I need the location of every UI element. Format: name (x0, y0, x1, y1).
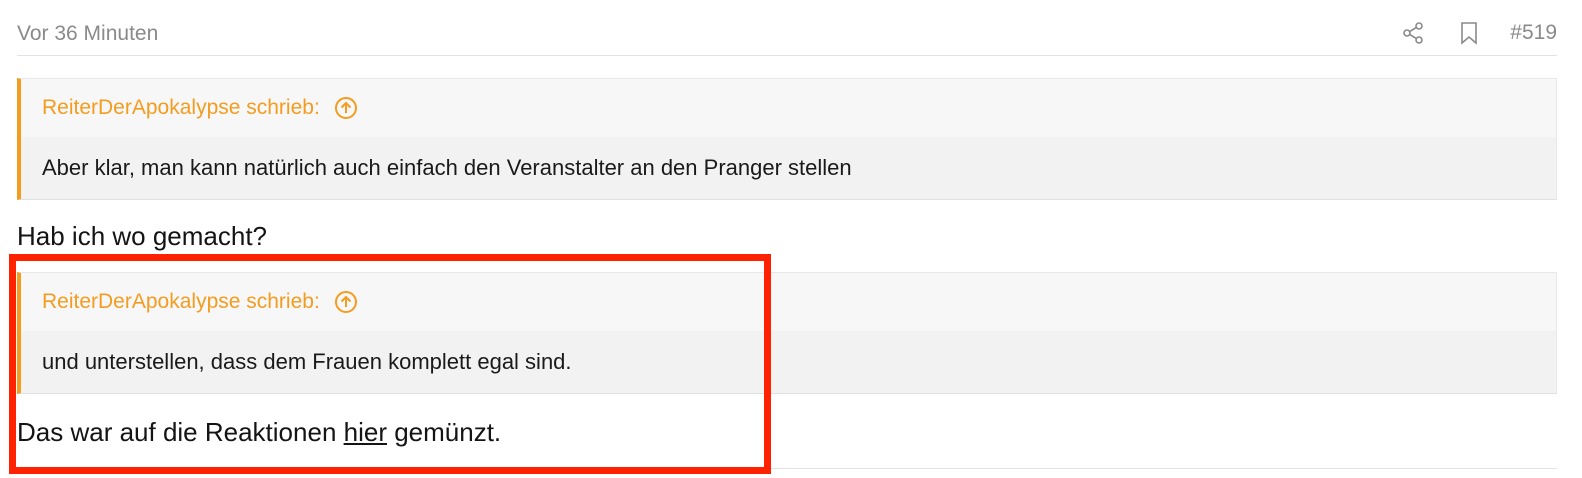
quote-text: Aber klar, man kann natürlich auch einfa… (21, 137, 1556, 199)
jump-to-quote-icon[interactable] (334, 290, 358, 314)
quote-header: ReiterDerApokalypse schrieb: (21, 79, 1556, 137)
quote-text: und unterstellen, dass dem Frauen komple… (21, 331, 1556, 393)
bookmark-icon[interactable] (1454, 18, 1484, 48)
reply-text: Das war auf die Reaktionen hier gemünzt. (17, 417, 501, 448)
jump-to-quote-icon[interactable] (334, 96, 358, 120)
quote-author-link[interactable]: ReiterDerApokalypse schrieb: (42, 96, 320, 120)
share-icon[interactable] (1398, 18, 1428, 48)
post-actions: #519 (1398, 18, 1557, 48)
forum-post: Vor 36 Minuten #519 ReiterDerApokalypse … (0, 0, 1582, 478)
quote-block: ReiterDerApokalypse schrieb: und unterst… (17, 272, 1557, 394)
post-header: Vor 36 Minuten #519 (17, 10, 1557, 56)
reply-text-part: Das war auf die Reaktionen (17, 417, 344, 447)
reactions-link[interactable]: hier (344, 417, 387, 447)
post-number-link[interactable]: #519 (1510, 21, 1557, 45)
quote-header: ReiterDerApokalypse schrieb: (21, 273, 1556, 331)
reply-text-part: gemünzt. (386, 417, 502, 447)
quote-author-link[interactable]: ReiterDerApokalypse schrieb: (42, 290, 320, 314)
reply-text: Hab ich wo gemacht? (17, 221, 268, 251)
post-timestamp[interactable]: Vor 36 Minuten (17, 22, 158, 46)
quote-block: ReiterDerApokalypse schrieb: Aber klar, … (17, 78, 1557, 200)
divider (17, 468, 1557, 469)
